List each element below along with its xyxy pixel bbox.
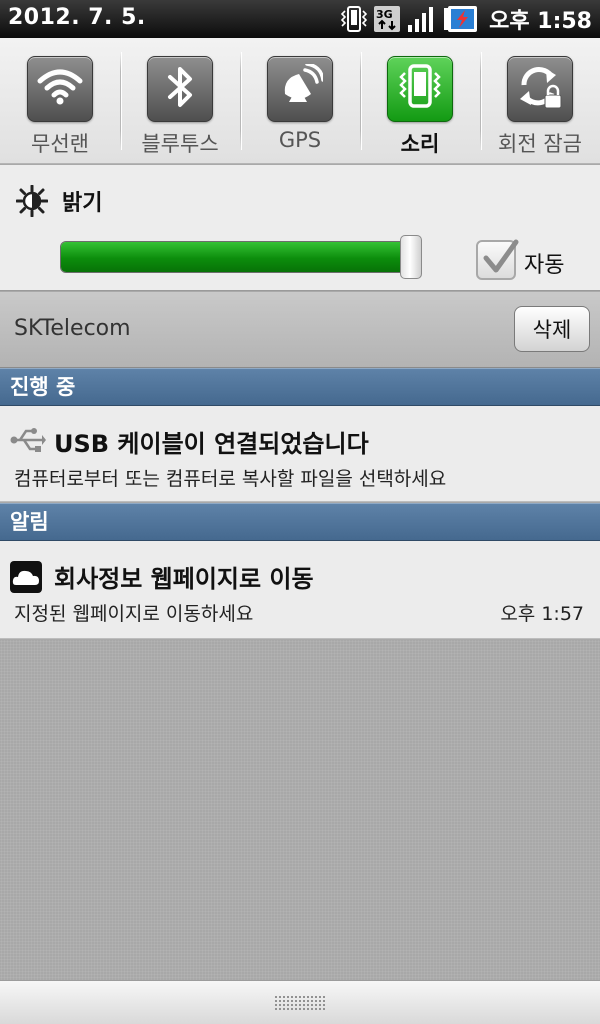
webpage-notification-title: 회사정보 웹페이지로 이동 [54, 565, 314, 593]
usb-notification-title: USB 케이블이 연결되었습니다 [54, 430, 369, 458]
webpage-notification-text: 지정된 웹페이지로 이동하세요 [14, 603, 254, 625]
checkmark-icon [483, 239, 519, 273]
toggle-sound[interactable]: 소리 [360, 38, 480, 164]
alerts-section-header: 알림 [0, 503, 600, 541]
toggle-wifi[interactable]: 무선랜 [0, 38, 120, 164]
quick-settings-panel: 무선랜 블루투스 GPS 소리 회전 잠금 [0, 38, 600, 164]
bluetooth-toggle-button[interactable] [147, 56, 213, 122]
carrier-name: SKTelecom [14, 316, 131, 341]
usb-notification-text: 컴퓨터로부터 또는 컴퓨터로 복사할 파일을 선택하세요 [14, 468, 447, 490]
wifi-icon [37, 67, 83, 111]
toggle-rotation-lock[interactable]: 회전 잠금 [480, 38, 600, 164]
auto-brightness-label: 자동 [524, 253, 565, 278]
brightness-panel: 밝기 자동 [0, 165, 600, 291]
gps-icon [277, 62, 325, 114]
toggle-bluetooth[interactable]: 블루투스 [120, 38, 240, 164]
auto-brightness-checkbox[interactable] [476, 239, 519, 280]
status-date: 2012. 7. 5. [8, 5, 146, 30]
status-icons: 3G 오후 1:58 [340, 4, 592, 34]
rotation-lock-icon [516, 63, 564, 115]
cloud-icon [10, 561, 42, 597]
brightness-slider-fill [61, 242, 412, 272]
rotation-lock-label: 회전 잠금 [498, 132, 582, 156]
signal-icon [407, 5, 437, 33]
wifi-toggle-button[interactable] [27, 56, 93, 122]
wifi-label: 무선랜 [31, 132, 89, 156]
status-time: 오후 1:58 [489, 9, 592, 34]
brightness-slider[interactable] [60, 241, 422, 273]
brightness-icon [15, 184, 49, 221]
carrier-row: SKTelecom 삭제 [0, 292, 600, 368]
brightness-slider-thumb[interactable] [400, 235, 422, 279]
ongoing-section-header: 진행 중 [0, 368, 600, 406]
battery-charging-icon [443, 5, 479, 33]
bluetooth-icon [160, 64, 200, 114]
webpage-notification[interactable]: 회사정보 웹페이지로 이동 지정된 웹페이지로 이동하세요 오후 1:57 [0, 541, 600, 639]
gps-toggle-button[interactable] [267, 56, 333, 122]
3g-data-icon: 3G [373, 5, 401, 33]
status-bar: 2012. 7. 5. 3G 오후 1:58 [0, 0, 600, 38]
panel-drag-handle[interactable] [0, 980, 600, 1024]
grip-icon [274, 995, 326, 1011]
vibrate-icon [340, 5, 368, 33]
clear-notifications-button[interactable]: 삭제 [514, 306, 590, 352]
svg-text:3G: 3G [376, 8, 393, 21]
rotation-lock-toggle-button[interactable] [507, 56, 573, 122]
sound-label: 소리 [400, 132, 440, 156]
sound-toggle-button[interactable] [387, 56, 453, 122]
empty-notification-area [0, 640, 600, 980]
usb-notification[interactable]: USB 케이블이 연결되었습니다 컴퓨터로부터 또는 컴퓨터로 복사할 파일을 … [0, 406, 600, 502]
webpage-notification-time: 오후 1:57 [500, 603, 584, 625]
vibrate-phone-icon [397, 63, 443, 115]
usb-icon [10, 426, 46, 458]
bluetooth-label: 블루투스 [141, 132, 219, 156]
toggle-gps[interactable]: GPS [240, 38, 360, 164]
brightness-title: 밝기 [62, 191, 103, 216]
gps-label: GPS [278, 128, 322, 152]
